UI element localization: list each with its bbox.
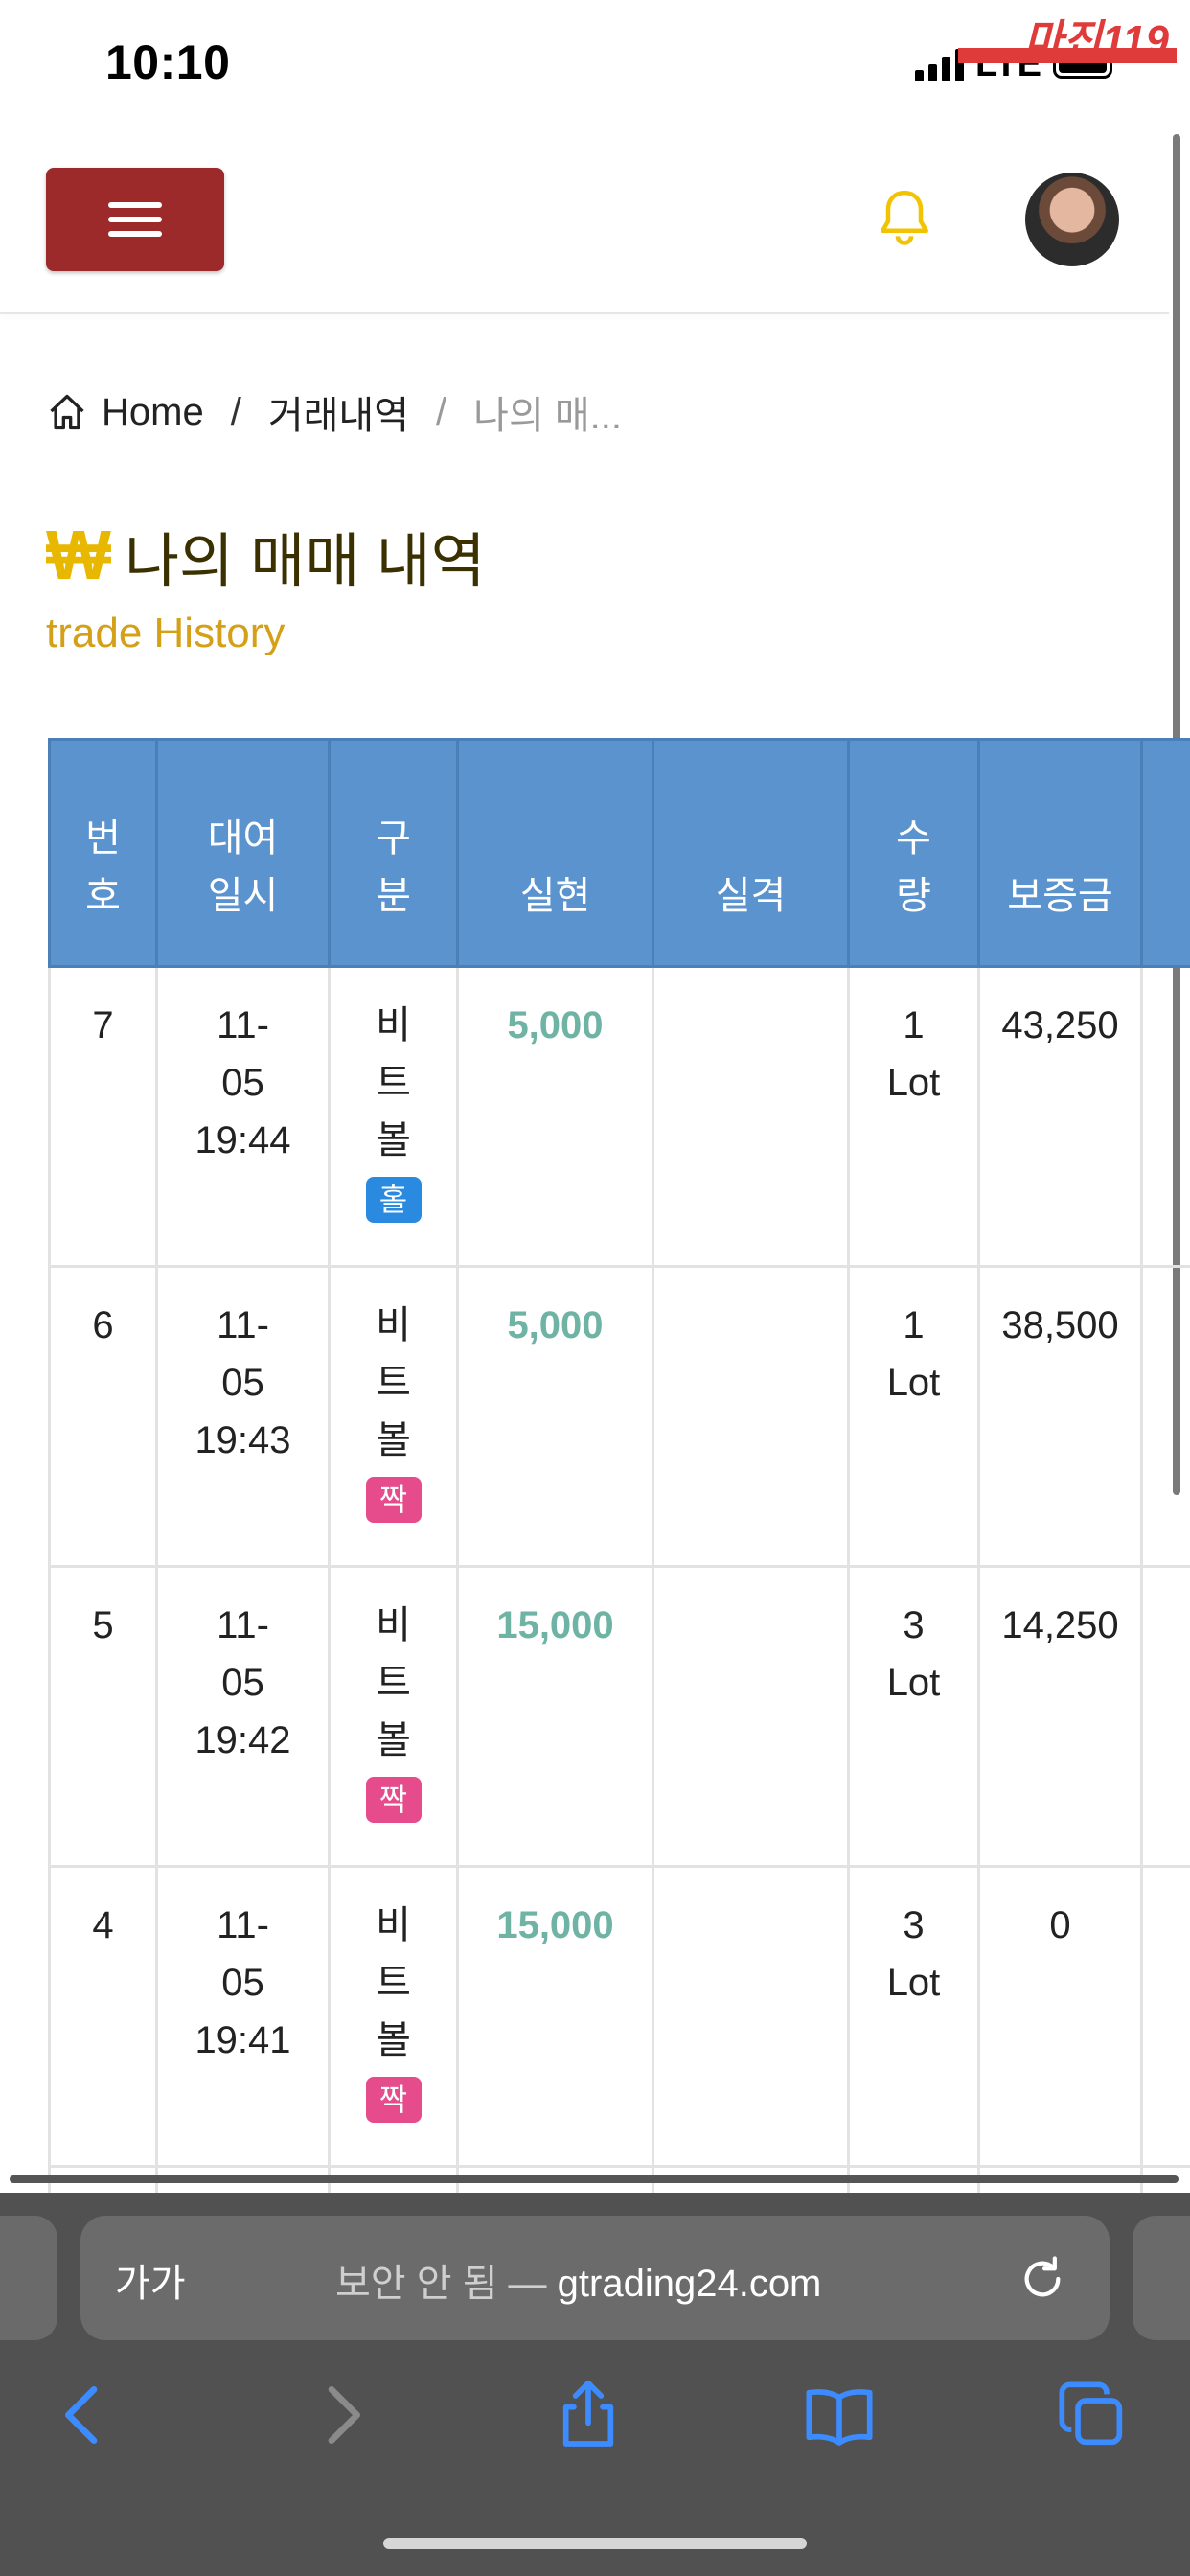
table-row[interactable]: 7 11- 05 19:44 비 트 볼 홀 5,000 1 Lot 43,250 [48,965,1190,1268]
horizontal-scrollbar[interactable] [10,2175,1179,2183]
menu-button[interactable] [46,168,224,271]
reload-icon[interactable] [1016,2252,1069,2306]
page-title-row: ₩ 나의 매매 내역 [46,513,486,599]
cell-no: 6 [48,1265,158,1568]
header-more [1140,738,1190,968]
url-text[interactable]: 보안 안 됨 — gtrading24.com [335,2252,821,2308]
cell-loss [652,1565,850,1868]
cell-type: 비트볼홀 [328,965,459,1268]
cell-date: 11- 05 19:44 [155,965,331,1268]
header-realized: 실현 [456,738,654,968]
cell-deposit: 0 [977,1865,1143,2168]
avatar[interactable] [1025,172,1119,266]
side-badge: 짝 [365,2077,422,2123]
bell-icon[interactable] [872,184,937,253]
cell-more [1140,965,1190,1268]
cell-more [1140,1865,1190,2168]
table-row[interactable]: 4 11- 05 19:41 비 트 볼 짝 15,000 3 Lot 0 [48,1865,1190,2168]
side-badge: 홀 [365,1177,422,1223]
status-time: 10:10 [105,35,231,89]
side-badge: 짝 [365,1477,422,1523]
reader-options-button[interactable]: 가가 [115,2252,186,2308]
cell-date: 11- 05 19:42 [155,1565,331,1868]
breadcrumb-level1[interactable]: 거래내역 [268,384,409,440]
header-date: 대여 일시 [155,738,331,968]
breadcrumb: Home / 거래내역 / 나의 매... [46,383,622,441]
cell-realized: 5,000 [456,965,654,1268]
cell-qty: 3 Lot [847,1865,980,2168]
forward-icon[interactable] [303,2377,379,2453]
header-qty: 수량 [847,738,980,968]
cell-realized: 15,000 [456,1565,654,1868]
back-icon[interactable] [46,2377,123,2453]
header-divider [0,312,1169,314]
signal-icon [915,47,964,81]
table-header-row: 번호 대여 일시 구분 실현 실격 수량 보증금 [48,738,1190,968]
breadcrumb-separator: / [436,390,447,433]
cell-deposit: 38,500 [977,1265,1143,1568]
cell-type: 비트볼짝 [328,1565,459,1868]
cell-loss [652,965,850,1268]
breadcrumb-current: 나의 매... [473,395,623,437]
home-indicator [383,2538,807,2549]
cell-realized: 5,000 [456,1265,654,1568]
cell-type: 비트볼짝 [328,1865,459,2168]
side-badge: 짝 [365,1777,422,1823]
cell-more [1140,1265,1190,1568]
trade-table-container[interactable]: 번호 대여 일시 구분 실현 실격 수량 보증금 7 11- 05 19:44 비 트 볼 홀 5… [48,738,1190,2193]
header-deposit: 보증금 [977,738,1143,968]
cell-no: 7 [48,965,158,1268]
cell-deposit: 14,250 [977,1565,1143,1868]
breadcrumb-home[interactable]: Home [102,391,204,434]
cell-qty: 1 Lot [847,965,980,1268]
cell-type: 비트볼짝 [328,1265,459,1568]
cell-no: 5 [48,1565,158,1868]
previous-tab-preview[interactable] [0,2216,57,2340]
breadcrumb-separator: / [230,390,241,433]
header-no: 번호 [48,738,158,968]
cell-deposit: 43,250 [977,965,1143,1268]
hamburger-icon [108,202,162,208]
table-row[interactable]: 5 11- 05 19:42 비 트 볼 짝 15,000 3 Lot 14,250 [48,1565,1190,1868]
bookmarks-icon[interactable] [801,2377,878,2453]
cell-loss [652,1265,850,1568]
cell-more [1140,1565,1190,1868]
trade-table: 번호 대여 일시 구분 실현 실격 수량 보증금 7 11- 05 19:44 비 트 볼 홀 5… [48,738,1190,2193]
next-tab-preview[interactable] [1133,2216,1190,2340]
won-icon: ₩ [46,518,111,594]
cell-no: 4 [48,1865,158,2168]
watermark-logo: 마진119 [958,6,1177,64]
share-icon[interactable] [550,2377,627,2453]
cell-date: 11- 05 19:41 [155,1865,331,2168]
cell-loss [652,1865,850,2168]
table-row[interactable]: 6 11- 05 19:43 비 트 볼 짝 5,000 1 Lot 38,500 [48,1265,1190,1568]
cell-qty: 1 Lot [847,1265,980,1568]
cell-realized: 15,000 [456,1865,654,2168]
cell-qty: 3 Lot [847,1565,980,1868]
header-loss: 실격 [652,738,850,968]
home-icon[interactable] [46,391,88,433]
page-subtitle: trade History [46,610,286,656]
cell-date: 11- 05 19:43 [155,1265,331,1568]
header-type: 구분 [328,738,459,968]
page-title: 나의 매매 내역 [124,529,486,595]
tabs-icon[interactable] [1054,2377,1131,2453]
